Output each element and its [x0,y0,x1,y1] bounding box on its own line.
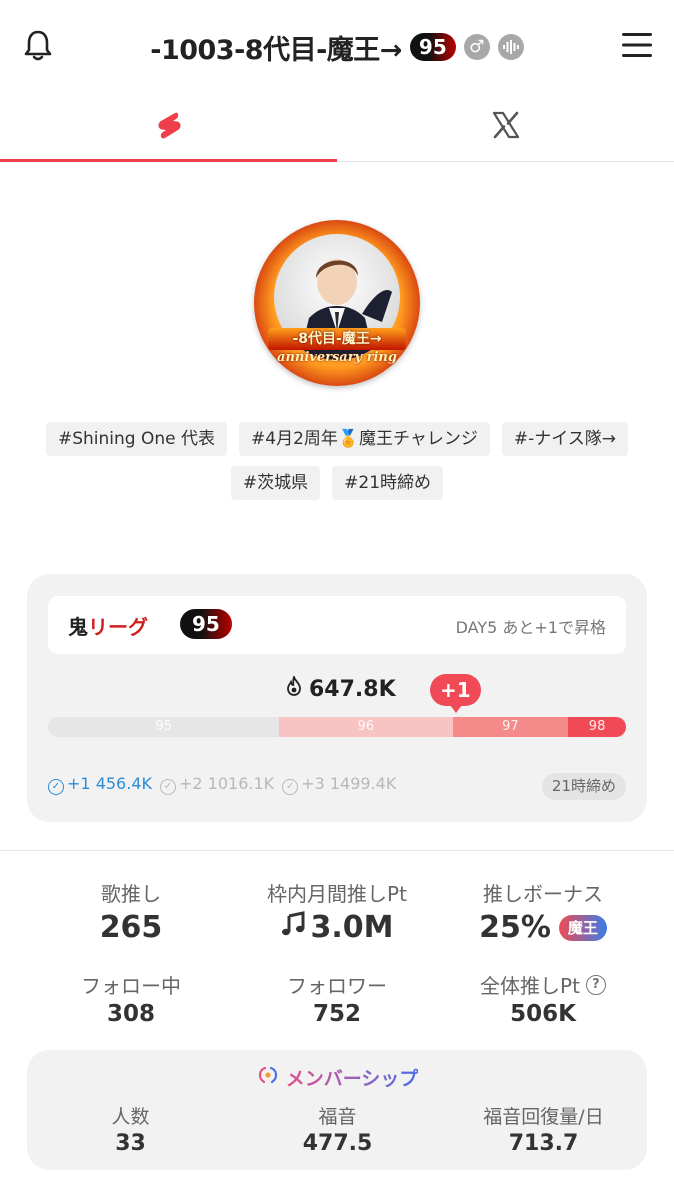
avatar-ring-subtext: anniversary ring [277,350,397,365]
tag-item[interactable]: #-ナイス隊→ [501,422,629,456]
threshold-2-label: +2 [178,774,203,793]
check-circle-icon: ✓ [282,778,299,795]
voice-icon[interactable] [497,34,524,60]
stat-bonus-label: 推しボーナス [483,882,603,906]
maou-badge: 魔王 [558,914,607,941]
avatar-ring-label: -8代目-魔王→ [268,328,406,350]
music-note-icon [281,910,307,945]
flame-icon [285,674,303,702]
league-card[interactable]: 鬼リーグ 95 DAY5 あと+1で昇格 647.8K +1 95 96 97 98 … [27,574,647,822]
threshold-3: ✓ +3 1499.4K [282,774,396,795]
membership-title-row: メンバーシップ [27,1064,647,1091]
profile-title-row: -1003-8代目-魔王→ 95 ♂ [0,26,674,68]
stat-uta[interactable]: 歌推し 265 [19,878,243,945]
league-score: 647.8K [285,674,396,702]
stat-uta-label: 歌推し [101,882,161,906]
stat-monthly-value-row: 3.0M [225,910,449,945]
rank-change-badge: +1 [430,674,481,713]
league-header[interactable]: 鬼リーグ 95 DAY5 あと+1で昇格 [48,596,626,654]
league-level-badge: 95 [180,609,232,639]
stat-bonus[interactable]: 推しボーナス 25% 魔王 [431,878,655,945]
stat-following-value: 308 [106,1001,155,1027]
stat-total-label-row: 全体推しPt ? [431,970,655,999]
membership-count-value: 33 [115,1131,146,1156]
threshold-3-value: 1499.4K [329,774,397,793]
stat-total-value: 506K [510,1001,576,1027]
profile-tabs [0,92,674,162]
tag-list: #Shining One 代表 #4月2周年🏅魔王チャレンジ #-ナイス隊→ #… [20,422,654,500]
membership-recovery-label: 福音回復量/日 [483,1106,604,1128]
menu-icon[interactable] [620,30,654,60]
league-bar-segment-96: 96 [279,717,453,737]
membership-recovery-value: 713.7 [508,1131,579,1156]
section-divider [0,850,674,851]
threshold-2: ✓ +2 1016.1K [159,774,275,795]
threshold-1: ✓ +1 456.4K [48,774,152,795]
check-circle-icon: ✓ [159,778,176,795]
stat-monthly[interactable]: 枠内月間推しPt 3.0M [225,878,449,945]
laurel-icon [256,1065,280,1090]
stat-bonus-value-row: 25% 魔王 [431,910,655,945]
threshold-2-value: 1016.1K [207,774,275,793]
check-circle-icon: ✓ [48,778,64,795]
stat-followers[interactable]: フォロワー 752 [225,970,449,1027]
stat-monthly-value: 3.0M [310,910,394,945]
stat-total-label: 全体推しPt [480,974,580,998]
stat-bonus-value: 25% [479,910,551,945]
app-header: -1003-8代目-魔王→ 95 ♂ [0,0,674,92]
tag-item[interactable]: #Shining One 代表 [45,422,228,456]
threshold-3-label: +3 [301,774,325,793]
stat-followers-label: フォロワー [287,974,387,998]
stat-total[interactable]: 全体推しPt ? 506K [431,970,655,1027]
membership-gospel-label: 福音 [318,1106,357,1128]
stat-following-label: フォロー中 [81,974,181,998]
help-icon[interactable]: ? [585,974,606,995]
avatar[interactable]: -8代目-魔王→ anniversary ring [254,220,420,386]
tab-x[interactable] [337,92,674,161]
league-name-suffix: リーグ [88,615,148,639]
membership-count: 人数 33 [27,1102,234,1156]
score-value: 647.8K [309,676,396,702]
stat-monthly-label: 枠内月間推しPt [267,882,407,906]
red-s-logo-icon [152,108,186,146]
league-name: 鬼リーグ [68,611,148,640]
membership-card[interactable]: メンバーシップ 人数 33 福音 477.5 福音回復量/日 713.7 [27,1050,647,1170]
male-icon: ♂ [463,34,490,60]
threshold-1-value: 456.4K [95,774,152,793]
membership-title: メンバーシップ [286,1064,419,1091]
stat-uta-value: 265 [99,910,163,945]
level-badge: 95 [409,33,456,61]
threshold-1-label: +1 [67,774,91,793]
league-bar-segment-95: 95 [48,717,280,737]
membership-count-label: 人数 [111,1106,150,1128]
profile-name: -1003-8代目-魔王→ [150,34,402,66]
membership-gospel-value: 477.5 [302,1131,373,1156]
tag-item[interactable]: #21時締め [332,466,444,500]
stat-followers-value: 752 [312,1001,361,1027]
x-logo-icon [491,110,521,144]
stat-following[interactable]: フォロー中 308 [19,970,243,1027]
league-bar-segment-97: 97 [452,717,569,737]
membership-recovery: 福音回復量/日 713.7 [440,1102,647,1156]
league-name-prefix: 鬼 [68,615,88,639]
promotion-thresholds: ✓ +1 456.4K ✓ +2 1016.1K ✓ +3 1499.4K [48,774,396,795]
league-day-status: DAY5 あと+1で昇格 [455,618,606,637]
tag-item[interactable]: #4月2周年🏅魔王チャレンジ [239,422,490,456]
league-progress-bar: 95 96 97 98 [48,717,626,737]
tab-shorts[interactable] [0,92,337,162]
deadline-badge: 21時締め [541,773,626,800]
tag-item[interactable]: #茨城県 [230,466,321,500]
membership-gospel: 福音 477.5 [234,1102,441,1156]
league-bar-segment-98: 98 [568,717,626,737]
